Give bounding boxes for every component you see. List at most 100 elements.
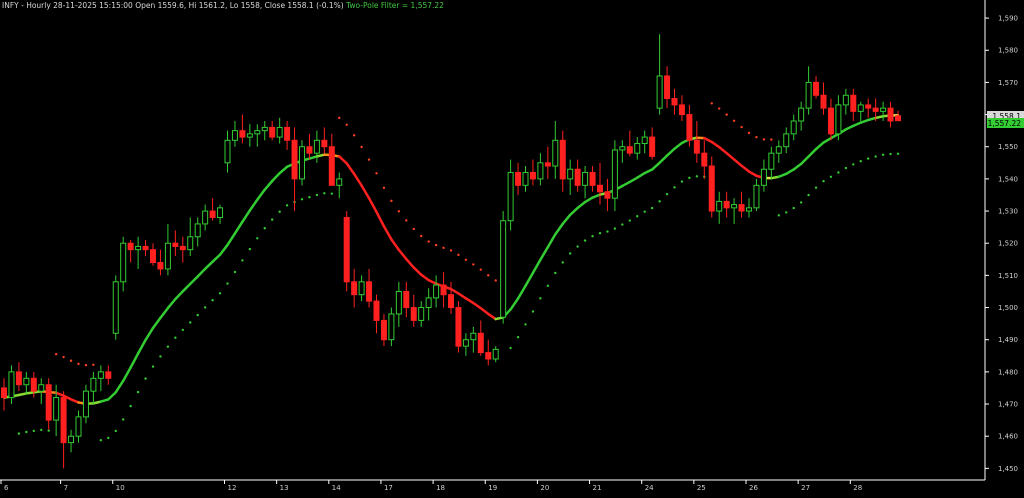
candle-body bbox=[15, 371, 22, 386]
y-tick-label: 1,580 bbox=[998, 47, 1018, 55]
y-tick-label: 1,570 bbox=[998, 79, 1018, 87]
stop-dot bbox=[338, 116, 341, 120]
candle-body bbox=[515, 171, 522, 186]
stop-dot bbox=[561, 261, 564, 264]
stop-dot bbox=[785, 211, 788, 214]
candle-body bbox=[827, 107, 834, 135]
stop-dot bbox=[859, 160, 862, 163]
candle-body bbox=[604, 191, 611, 199]
candle-body bbox=[97, 371, 104, 379]
stop-dot bbox=[300, 198, 304, 201]
stop-dot bbox=[69, 359, 73, 362]
candle-body bbox=[261, 126, 268, 132]
stop-dot bbox=[718, 107, 721, 110]
candle-body bbox=[328, 146, 335, 186]
stop-dot bbox=[487, 274, 490, 277]
stop-dot bbox=[673, 186, 676, 189]
stop-dot bbox=[54, 353, 58, 356]
candle-body bbox=[857, 104, 864, 112]
candle-body bbox=[738, 204, 745, 212]
stop-dot bbox=[598, 232, 602, 235]
candle-body bbox=[60, 397, 67, 444]
x-tick-label: 18 bbox=[436, 484, 445, 492]
stop-dot bbox=[203, 306, 207, 309]
x-tick-label: 6 bbox=[4, 484, 9, 492]
candle-body bbox=[641, 136, 648, 145]
candle-body bbox=[634, 143, 641, 154]
stop-dot bbox=[77, 362, 80, 366]
filter-label: Two-Pole Filter = 1,557.22 bbox=[346, 1, 444, 10]
x-tick-label: 19 bbox=[488, 484, 497, 492]
candle-body bbox=[299, 146, 305, 180]
candle-body bbox=[291, 139, 298, 180]
candle-body bbox=[336, 178, 343, 186]
y-tick-label: 1,470 bbox=[998, 401, 1018, 409]
candle-body bbox=[850, 94, 857, 112]
candle-body bbox=[708, 165, 715, 212]
candle-body bbox=[552, 139, 559, 167]
stop-dot bbox=[770, 138, 773, 141]
candle-body bbox=[388, 313, 395, 341]
candle-body bbox=[820, 94, 827, 109]
candle-body bbox=[142, 245, 149, 251]
candle-body bbox=[433, 284, 440, 299]
candle-body bbox=[790, 120, 797, 135]
y-tick-label: 1,520 bbox=[998, 240, 1018, 248]
stop-dot bbox=[40, 428, 43, 432]
y-tick-label: 1,480 bbox=[998, 368, 1018, 376]
stop-dot bbox=[665, 192, 669, 196]
stop-dot bbox=[792, 206, 795, 210]
stop-dot bbox=[867, 157, 870, 160]
candle-body bbox=[68, 435, 75, 444]
candle-body bbox=[701, 152, 708, 167]
stop-dot bbox=[740, 125, 743, 129]
stop-dot bbox=[524, 323, 527, 326]
candle-body bbox=[559, 139, 566, 180]
stop-dot bbox=[732, 119, 736, 123]
chart-title: INFY - Hourly 28-11-2025 15:15:00 Open 1… bbox=[2, 1, 344, 10]
stop-dot bbox=[516, 335, 520, 339]
candle-body bbox=[343, 216, 350, 283]
candle-body bbox=[477, 332, 484, 354]
candle-body bbox=[626, 146, 633, 154]
candle-body bbox=[649, 136, 656, 157]
stop-dot bbox=[762, 138, 766, 141]
candle-body bbox=[187, 236, 194, 251]
candle-body bbox=[403, 290, 410, 309]
candle-body bbox=[716, 200, 723, 212]
y-tick-label: 1,500 bbox=[998, 304, 1018, 312]
stop-dot bbox=[755, 135, 758, 139]
y-tick-label: 1,460 bbox=[998, 433, 1018, 441]
candle-body bbox=[351, 281, 358, 296]
candle-body bbox=[30, 377, 37, 392]
stop-dot bbox=[583, 239, 587, 242]
stop-dot bbox=[122, 418, 125, 421]
stop-dot bbox=[32, 429, 35, 433]
candle-body bbox=[805, 81, 812, 109]
candle-body bbox=[656, 75, 663, 109]
x-tick-label: 12 bbox=[228, 484, 237, 492]
candle-body bbox=[284, 126, 291, 141]
x-tick-label: 21 bbox=[593, 484, 602, 492]
candle-body bbox=[723, 200, 730, 209]
stop-dot bbox=[25, 430, 28, 434]
stop-dot bbox=[360, 145, 363, 149]
candle-body bbox=[231, 130, 238, 141]
candle-body bbox=[798, 107, 805, 122]
stop-dot bbox=[457, 253, 460, 257]
stop-dot bbox=[539, 297, 542, 300]
stop-dot bbox=[881, 153, 885, 157]
stop-dot bbox=[189, 321, 192, 324]
candle-body bbox=[746, 207, 752, 212]
stop-dot bbox=[464, 258, 468, 261]
candle-body bbox=[492, 348, 499, 360]
candle-body bbox=[485, 352, 492, 360]
stop-dot bbox=[211, 299, 214, 302]
stop-dot bbox=[509, 346, 512, 350]
candle-body bbox=[865, 104, 872, 109]
candle-body bbox=[358, 281, 365, 296]
stop-dot bbox=[99, 438, 103, 442]
stop-dot bbox=[576, 245, 579, 248]
candle-body bbox=[544, 162, 551, 167]
stop-dot bbox=[196, 313, 199, 317]
